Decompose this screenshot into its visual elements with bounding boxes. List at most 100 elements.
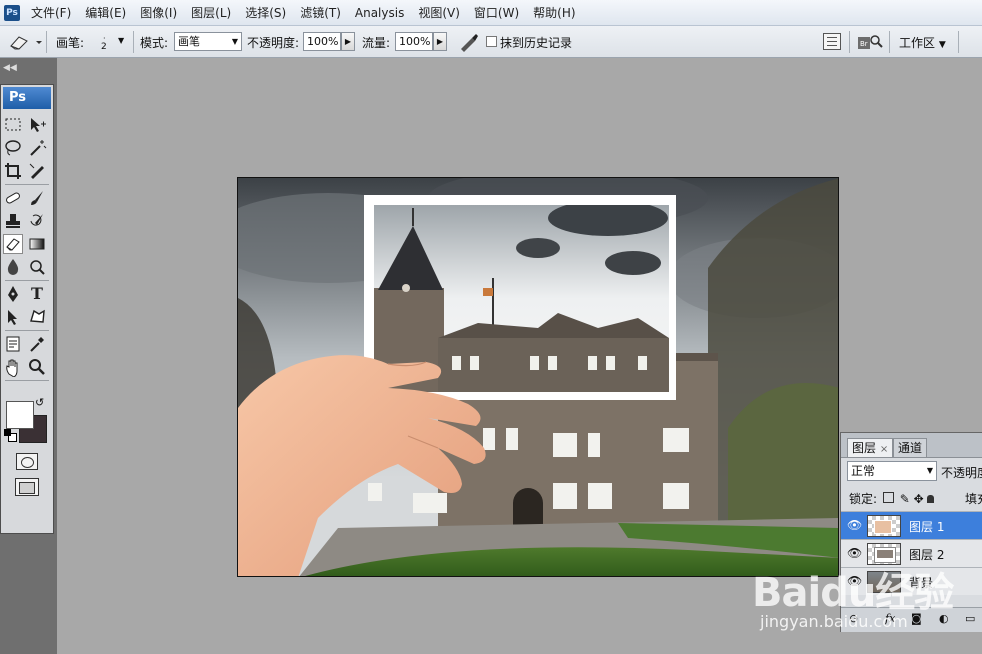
baidu-watermark-logo: Baidu经验 [752, 570, 954, 616]
separator [849, 31, 850, 53]
workspace-button[interactable]: 工作区 ▼ [899, 34, 946, 51]
hand-tool-icon[interactable] [3, 357, 23, 378]
tab-layers[interactable]: 图层 × [847, 438, 894, 457]
svg-text:Br: Br [860, 40, 868, 48]
erase-history-checkbox[interactable] [486, 36, 497, 47]
airbrush-icon[interactable] [458, 32, 480, 52]
menu-image[interactable]: 图像(I) [133, 4, 184, 21]
palette-toggle-icon[interactable] [823, 33, 841, 50]
menu-help[interactable]: 帮助(H) [526, 4, 582, 21]
layer-row-1[interactable]: 👁 图层 1 [841, 511, 982, 539]
workspace-label: 工作区 [899, 36, 936, 50]
menu-analysis[interactable]: Analysis [348, 6, 411, 20]
tab-channels-label: 通道 [898, 441, 923, 455]
visibility-eye-icon[interactable]: 👁 [847, 546, 862, 560]
path-selection-tool-icon[interactable] [3, 307, 23, 327]
eraser-tool-preset-icon[interactable] [6, 31, 42, 53]
quick-mask-icon[interactable] [16, 453, 38, 470]
tab-layers-label: 图层 [852, 441, 877, 455]
chevron-down-icon: ▼ [231, 37, 238, 46]
lock-transparent-icon[interactable] [882, 492, 894, 503]
chevron-down-icon: ▼ [118, 36, 125, 45]
marquee-tool-icon[interactable] [3, 115, 23, 135]
type-tool-icon[interactable]: T [27, 284, 47, 304]
layer-name: 图层 1 [909, 520, 945, 534]
brush-size-value: 2 [101, 42, 107, 52]
flow-slider-toggle[interactable]: ▶ [433, 32, 447, 51]
opacity-slider-toggle[interactable]: ▶ [341, 32, 355, 51]
flow-input[interactable]: 100% [395, 32, 433, 51]
foreground-color-swatch[interactable] [6, 401, 34, 429]
lock-label: 锁定: [849, 492, 878, 506]
menu-view[interactable]: 视图(V) [411, 4, 467, 21]
zoom-tool-icon[interactable] [27, 357, 47, 377]
swap-colors-icon[interactable]: ↺ [35, 396, 44, 409]
separator [5, 330, 49, 331]
erase-history-label: 抹到历史记录 [500, 36, 573, 50]
crop-tool-icon[interactable] [3, 161, 23, 181]
notes-tool-icon[interactable] [3, 334, 23, 354]
eyedropper-tool-icon[interactable] [27, 334, 47, 354]
custom-shape-tool-icon[interactable] [27, 307, 47, 327]
separator [5, 380, 49, 381]
move-tool-icon[interactable] [27, 115, 47, 135]
chevron-down-icon: ▼ [938, 40, 946, 50]
lock-move-icon[interactable]: ✥ [914, 492, 924, 506]
slice-tool-icon[interactable] [27, 161, 47, 181]
document-canvas-image[interactable] [237, 177, 839, 577]
magic-wand-tool-icon[interactable] [27, 138, 47, 158]
mode-value: 画笔 [178, 35, 200, 48]
layer-opacity-label: 不透明度 [941, 466, 982, 480]
lock-paint-icon[interactable]: ✎ [900, 492, 910, 506]
pen-tool-icon[interactable] [3, 284, 23, 304]
flow-label: 流量: [362, 36, 391, 50]
default-colors-icon[interactable] [4, 429, 17, 442]
bridge-search-icon[interactable]: Br [857, 32, 883, 52]
separator [958, 31, 959, 53]
baidu-watermark-url: jingyan.baidu.com [760, 612, 908, 631]
menu-select[interactable]: 选择(S) [238, 4, 293, 21]
menu-filter[interactable]: 滤镜(T) [293, 4, 348, 21]
lock-row: 锁定: ✎ ✥ [849, 490, 935, 507]
lasso-tool-icon[interactable] [3, 138, 23, 158]
menu-edit[interactable]: 编辑(E) [78, 4, 133, 21]
blend-mode-select[interactable]: 正常 ▼ [847, 461, 937, 481]
menu-layer[interactable]: 图层(L) [184, 4, 238, 21]
visibility-eye-icon[interactable]: 👁 [847, 518, 862, 532]
clone-stamp-tool-icon[interactable] [3, 211, 23, 231]
brush-picker[interactable]: · 2 ▼ [94, 31, 128, 55]
tool-options-bar: 画笔: · 2 ▼ 模式: 画笔 ▼ 不透明度: 100% ▶ 流量: 100%… [0, 26, 982, 58]
lock-all-icon[interactable] [927, 495, 935, 503]
chevron-down-icon: ▼ [926, 466, 933, 475]
healing-brush-tool-icon[interactable] [3, 188, 23, 208]
menu-bar: Ps 文件(F) 编辑(E) 图像(I) 图层(L) 选择(S) 滤镜(T) A… [0, 0, 982, 26]
menu-file[interactable]: 文件(F) [24, 4, 78, 21]
gradient-tool-icon[interactable] [27, 234, 47, 254]
toolbox-header[interactable]: Ps [3, 87, 51, 109]
mode-select[interactable]: 画笔 ▼ [174, 32, 242, 51]
separator [46, 31, 47, 53]
fill-label: 填充 [965, 492, 982, 506]
separator [133, 31, 134, 53]
blend-mode-value: 正常 [851, 464, 876, 478]
toolbox: Ps T ↺ [0, 84, 54, 534]
history-brush-tool-icon[interactable] [27, 211, 47, 231]
opacity-label: 不透明度: [247, 36, 300, 50]
mode-label: 模式: [140, 36, 169, 50]
layers-panel-tabs: 图层 × 通道 [841, 433, 982, 458]
dodge-tool-icon[interactable] [27, 257, 47, 277]
opacity-input[interactable]: 100% [303, 32, 341, 51]
photoshop-app-icon[interactable]: Ps [4, 4, 20, 21]
brush-label: 画笔: [56, 36, 85, 50]
tools-panel-dock: ◀◀ Ps T ↺ [0, 58, 57, 654]
new-group-icon[interactable]: ▭ [965, 612, 975, 625]
screen-mode-icon[interactable] [15, 478, 39, 496]
collapse-arrows-icon[interactable]: ◀◀ [0, 58, 57, 82]
close-icon[interactable]: × [880, 444, 888, 455]
blur-tool-icon[interactable] [3, 257, 23, 277]
tab-channels[interactable]: 通道 [893, 438, 928, 457]
separator [889, 31, 890, 53]
eraser-tool-icon[interactable] [3, 234, 23, 254]
brush-tool-icon[interactable] [27, 188, 47, 208]
menu-window[interactable]: 窗口(W) [467, 4, 526, 21]
